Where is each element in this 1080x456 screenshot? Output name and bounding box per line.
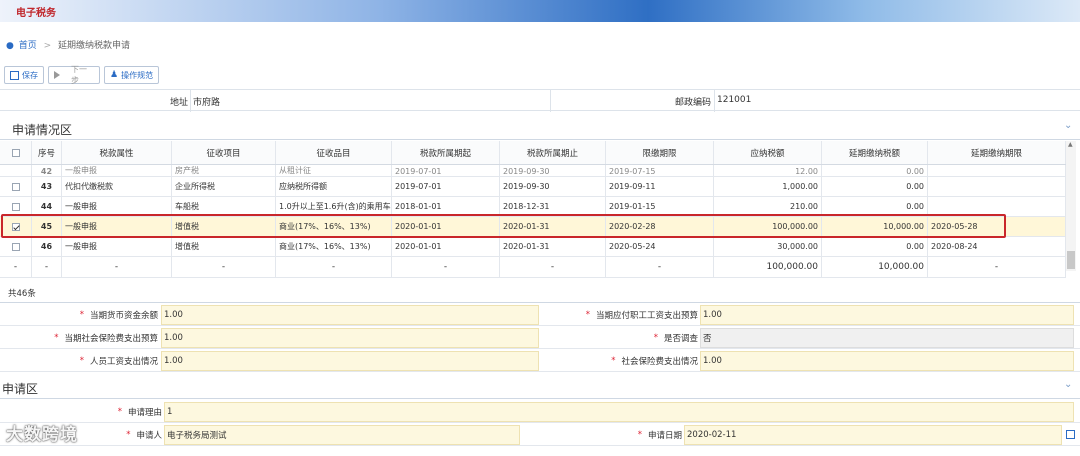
cell-due: 2019-09-11 <box>606 177 714 196</box>
address-row: 地址 市府路 邮政编码 121001 <box>0 89 1080 112</box>
investigation-select[interactable]: 否 <box>700 328 1074 348</box>
total-tax: 100,000.00 <box>714 257 822 277</box>
scrollbar-thumb[interactable] <box>1067 251 1075 269</box>
toolbar: 保存 下一步 ♟ 操作规范 <box>4 65 160 85</box>
table-row[interactable]: 43 代扣代缴税款 企业所得税 应纳税所得额 2019-07-01 2019-09-30 2… <box>0 177 1066 197</box>
tax-table: 序号 税款属性 征收项目 征收品目 税款所属期起 税款所属期止 限缴期限 应纳税… <box>0 141 1066 278</box>
application-collapse-chevron-icon[interactable]: ⌄ <box>1064 379 1072 390</box>
cell-start: 2020-01-01 <box>392 237 500 256</box>
next-arrow-icon <box>54 71 60 79</box>
cell-defer: 0.00 <box>822 177 928 196</box>
cell-item: 企业所得税 <box>172 177 276 196</box>
col-start: 税款所属期起 <box>392 141 500 164</box>
location-pin-icon: ● <box>6 41 14 51</box>
table-total-row: - - - - - - - - 100,000.00 10,000.00 - <box>0 257 1066 278</box>
next-step-button[interactable]: 下一步 <box>48 65 100 85</box>
col-attr: 税款属性 <box>62 141 172 164</box>
cell-sub: 应纳税所得额 <box>276 177 392 196</box>
table-row[interactable]: 42 一般申报 房产税 从租计征 2019-07-01 2019-09-30 2… <box>0 165 1066 177</box>
cash-balance-field[interactable]: 1.00 <box>161 305 539 325</box>
save-button[interactable]: 保存 <box>4 66 44 84</box>
people-icon: ♟ <box>110 70 119 80</box>
col-no: 序号 <box>32 141 62 164</box>
breadcrumb: ● 首页 > 延期缴纳税款申请 <box>6 38 130 51</box>
social-insurance-expense-label: * 社会保险费支出情况 <box>611 356 698 367</box>
payroll-budget-label: * 当期应付职工工资支出预算 <box>585 310 698 321</box>
table-header: 序号 税款属性 征收项目 征收品目 税款所属期起 税款所属期止 限缴期限 应纳税… <box>0 141 1066 165</box>
investigation-label: * 是否调查 <box>653 333 698 344</box>
cell-tax: 1,000.00 <box>714 177 822 196</box>
col-sub: 征收品目 <box>276 141 392 164</box>
breadcrumb-current: 延期缴纳税款申请 <box>58 41 131 51</box>
header-select-all[interactable] <box>0 141 32 164</box>
cell-attr: 代扣代缴税款 <box>62 177 172 196</box>
cash-balance-label: * 当期货币资金余额 <box>79 310 158 321</box>
cell-attr: 一般申报 <box>62 237 172 256</box>
address-value: 市府路 <box>193 98 221 108</box>
brand-logo: 电子税务 <box>16 8 56 19</box>
salary-expense-field[interactable]: 1.00 <box>161 351 539 371</box>
applicant-field[interactable]: 电子税务局测试 <box>164 425 520 445</box>
table-row[interactable]: 46 一般申报 增值税 商业(17%、16%、13%) 2020-01-01 2020-0… <box>0 237 1066 257</box>
breadcrumb-separator: > <box>43 41 52 51</box>
section-collapse-chevron-icon[interactable]: ⌄ <box>1064 120 1072 131</box>
cell-end: 2020-01-31 <box>500 237 606 256</box>
operation-guide-button[interactable]: ♟ 操作规范 <box>104 66 160 84</box>
operation-guide-label: 操作规范 <box>121 70 154 80</box>
col-item: 征收项目 <box>172 141 276 164</box>
watermark-text: 大数跨境 <box>6 425 78 445</box>
col-due: 限缴期限 <box>606 141 714 164</box>
cell-item: 增值税 <box>172 237 276 256</box>
cell-due: 2020-05-24 <box>606 237 714 256</box>
cell-no: 46 <box>32 237 62 256</box>
postcode-label: 邮政编码 <box>675 98 712 108</box>
record-count: 共46条 <box>8 289 36 299</box>
row-checkbox-cell[interactable] <box>0 237 32 256</box>
reason-field[interactable]: 1 <box>164 402 1074 422</box>
save-icon <box>10 70 19 80</box>
cell-defer: 0.00 <box>822 237 928 256</box>
cell-limit <box>928 177 1066 196</box>
calendar-icon[interactable] <box>1066 430 1075 439</box>
header-banner: 电子税务 <box>0 0 1080 22</box>
cell-no: 43 <box>32 177 62 196</box>
date-label: * 申请日期 <box>637 430 682 441</box>
col-defer: 延期缴纳税额 <box>822 141 928 164</box>
row-checkbox[interactable] <box>11 202 20 211</box>
date-field[interactable]: 2020-02-11 <box>684 425 1062 445</box>
table-scrollbar[interactable]: ▲ <box>1066 141 1076 271</box>
cell-end: 2019-09-30 <box>500 177 606 196</box>
col-limit: 延期缴纳期限 <box>928 141 1066 164</box>
address-label: 地址 <box>170 98 189 108</box>
selected-row-highlight-box <box>1 214 1006 238</box>
row-checkbox[interactable] <box>11 182 20 191</box>
col-tax: 应纳税额 <box>714 141 822 164</box>
breadcrumb-home-link[interactable]: 首页 <box>19 41 37 51</box>
col-end: 税款所属期止 <box>500 141 606 164</box>
salary-expense-label: * 人员工资支出情况 <box>79 356 158 367</box>
cell-tax: 30,000.00 <box>714 237 822 256</box>
postcode-value: 121001 <box>717 95 752 105</box>
row-checkbox[interactable] <box>11 242 20 251</box>
select-all-checkbox[interactable] <box>11 148 20 157</box>
social-insurance-expense-field[interactable]: 1.00 <box>700 351 1074 371</box>
payroll-budget-field[interactable]: 1.00 <box>700 305 1074 325</box>
cell-sub: 商业(17%、16%、13%) <box>276 237 392 256</box>
save-label: 保存 <box>22 70 38 80</box>
total-defer: 10,000.00 <box>822 257 928 277</box>
application-status-section-title: 申请情况区 <box>12 123 73 137</box>
cell-start: 2019-07-01 <box>392 177 500 196</box>
next-step-label: 下一步 <box>71 65 87 85</box>
row-checkbox-cell[interactable] <box>0 177 32 196</box>
cell-limit: 2020-08-24 <box>928 237 1066 256</box>
social-insurance-budget-label: * 当期社会保险费支出预算 <box>54 333 158 344</box>
social-insurance-budget-field[interactable]: 1.00 <box>161 328 539 348</box>
application-section-title: 申请区 <box>2 382 39 396</box>
